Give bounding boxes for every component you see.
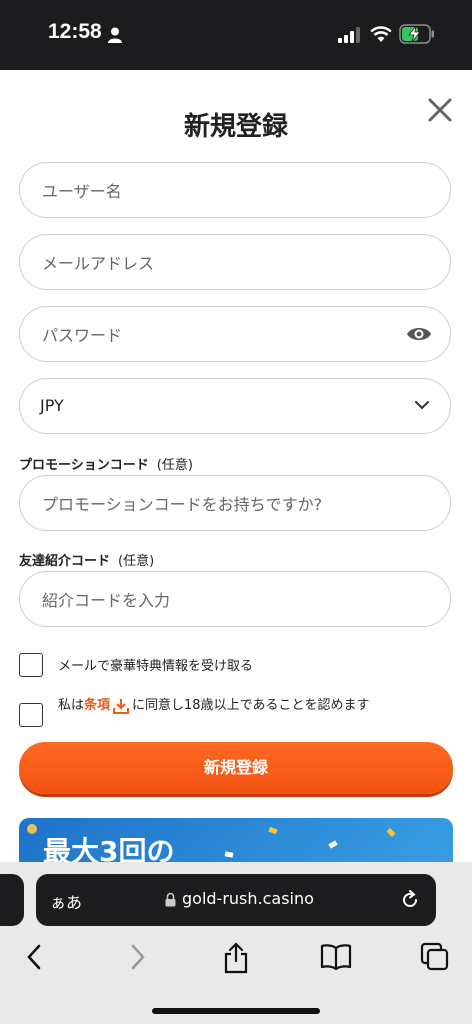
back-icon[interactable] bbox=[24, 942, 46, 972]
download-icon[interactable] bbox=[112, 697, 130, 715]
browser-bar: ぁあ gold-rush.casino bbox=[0, 862, 472, 1024]
terms-prefix: 私は bbox=[58, 698, 85, 713]
email-input[interactable] bbox=[40, 235, 414, 291]
registration-dialog: 新規登録 JPY プロモーションコード (任意) 友達紹介コード (任意) メールで… bbox=[0, 70, 472, 862]
home-indicator bbox=[152, 1008, 320, 1014]
dialog-title: 新規登録 bbox=[183, 112, 288, 142]
password-field[interactable] bbox=[19, 306, 451, 363]
battery-charging-icon bbox=[399, 24, 434, 44]
terms-label: 私は条項 に同意し18歳以上であることを認めます bbox=[58, 694, 369, 715]
forward-icon[interactable] bbox=[126, 942, 148, 972]
lock-icon bbox=[165, 892, 176, 907]
terms-checkbox[interactable] bbox=[19, 703, 43, 727]
wifi-icon bbox=[370, 26, 392, 42]
referral-code-input[interactable] bbox=[40, 572, 414, 628]
password-input[interactable] bbox=[40, 307, 414, 363]
username-field[interactable] bbox=[19, 162, 451, 219]
url-text: gold-rush.casino bbox=[182, 889, 314, 908]
terms-suffix: に同意し18歳以上であることを認めます bbox=[132, 698, 370, 713]
status-bar: 12:58 bbox=[0, 0, 472, 70]
promo-code-label-text: プロモーションコード bbox=[19, 458, 149, 473]
referral-code-field[interactable] bbox=[19, 571, 451, 628]
newsletter-label: メールで豪華特典情報を受け取る bbox=[58, 659, 254, 674]
referral-code-label-text: 友達紹介コード bbox=[19, 554, 111, 569]
chevron-down-icon bbox=[415, 401, 429, 410]
newsletter-checkbox[interactable] bbox=[19, 653, 43, 677]
currency-value: JPY bbox=[40, 396, 64, 415]
bookmarks-icon[interactable] bbox=[320, 942, 352, 972]
confetti-decoration bbox=[268, 826, 278, 835]
promo-code-input[interactable] bbox=[40, 476, 414, 532]
previous-tab[interactable] bbox=[0, 874, 24, 926]
terms-link[interactable]: 条項 bbox=[84, 698, 110, 713]
coin-decoration bbox=[27, 824, 37, 834]
referral-code-label: 友達紹介コード (任意) bbox=[19, 550, 154, 569]
confetti-decoration bbox=[224, 851, 234, 858]
referral-optional-tag: (任意) bbox=[118, 554, 155, 569]
tabs-icon[interactable] bbox=[420, 942, 450, 972]
confetti-decoration bbox=[386, 827, 396, 838]
address-bar[interactable]: ぁあ gold-rush.casino bbox=[36, 874, 436, 926]
cellular-signal-icon bbox=[338, 27, 360, 43]
promo-code-label: プロモーションコード (任意) bbox=[19, 454, 193, 473]
promo-code-field[interactable] bbox=[19, 475, 451, 532]
username-input[interactable] bbox=[40, 163, 414, 219]
confetti-decoration bbox=[328, 840, 338, 849]
promo-banner[interactable]: 最大3回の bbox=[19, 818, 453, 862]
currency-select[interactable]: JPY bbox=[19, 378, 451, 434]
page-settings-button[interactable]: ぁあ bbox=[50, 889, 82, 913]
share-icon[interactable] bbox=[222, 942, 250, 974]
register-button[interactable]: 新規登録 bbox=[19, 742, 453, 794]
promo-optional-tag: (任意) bbox=[156, 458, 193, 473]
person-icon bbox=[108, 27, 122, 43]
reload-icon[interactable] bbox=[400, 890, 420, 910]
status-time: 12:58 bbox=[48, 20, 102, 43]
email-field[interactable] bbox=[19, 234, 451, 291]
eye-icon[interactable] bbox=[406, 323, 432, 345]
promo-banner-text: 最大3回の bbox=[43, 835, 175, 862]
